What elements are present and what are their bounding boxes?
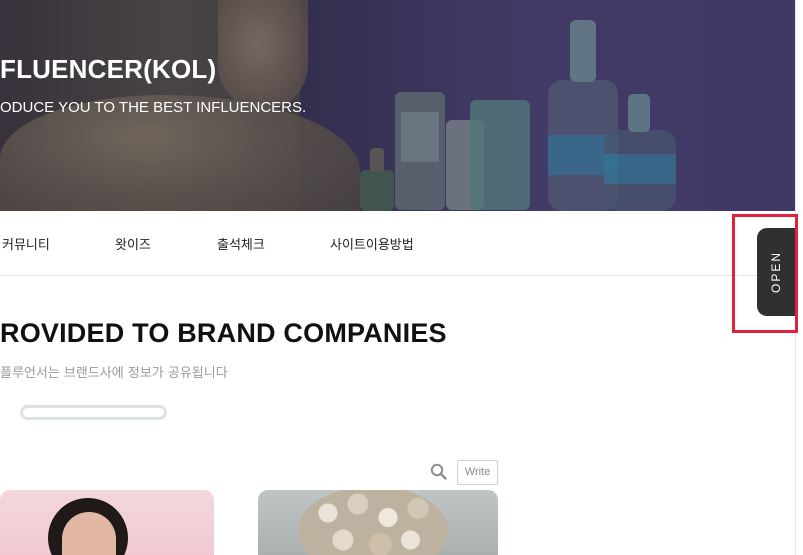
influencer-card[interactable] bbox=[258, 490, 498, 555]
card-image-curls bbox=[298, 490, 448, 555]
nav-item-attendance[interactable]: 출석체크 bbox=[217, 234, 265, 253]
open-tab-highlight bbox=[732, 214, 798, 333]
nav-item-community[interactable]: 커뮤니티 bbox=[2, 234, 50, 253]
nav-item-site-guide[interactable]: 사이트이용방법 bbox=[330, 234, 414, 253]
search-button[interactable] bbox=[429, 462, 449, 482]
search-icon bbox=[430, 463, 447, 480]
influencer-card[interactable] bbox=[0, 490, 214, 555]
section-title: ROVIDED TO BRAND COMPANIES bbox=[0, 318, 447, 348]
section-subtitle: 플루언서는 브랜드사에 정보가 공유됩니다 bbox=[0, 366, 228, 381]
main-nav: 커뮤니티 왓이즈 출석체크 사이트이용방법 bbox=[0, 211, 795, 276]
write-button[interactable]: Write bbox=[457, 460, 498, 485]
hero-title: FLUENCER(KOL) bbox=[0, 54, 217, 84]
hero-banner: FLUENCER(KOL) ODUCE YOU TO THE BEST INFL… bbox=[0, 0, 795, 211]
page: FLUENCER(KOL) ODUCE YOU TO THE BEST INFL… bbox=[0, 0, 803, 555]
hero-subtitle: ODUCE YOU TO THE BEST INFLUENCERS. bbox=[0, 99, 307, 116]
category-pill-bar[interactable] bbox=[20, 405, 167, 420]
nav-item-whatis[interactable]: 왓이즈 bbox=[115, 234, 151, 253]
